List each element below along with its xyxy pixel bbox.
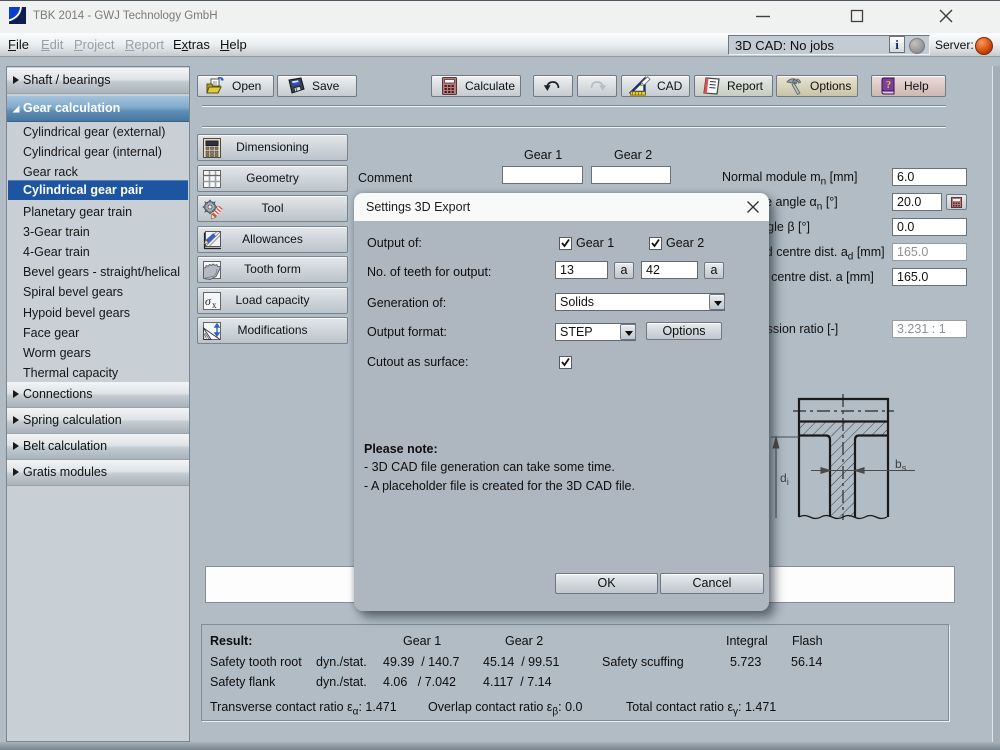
svg-text:bs: bs bbox=[895, 457, 907, 474]
svg-text:?: ? bbox=[886, 80, 891, 91]
svg-text:di: di bbox=[780, 471, 789, 488]
